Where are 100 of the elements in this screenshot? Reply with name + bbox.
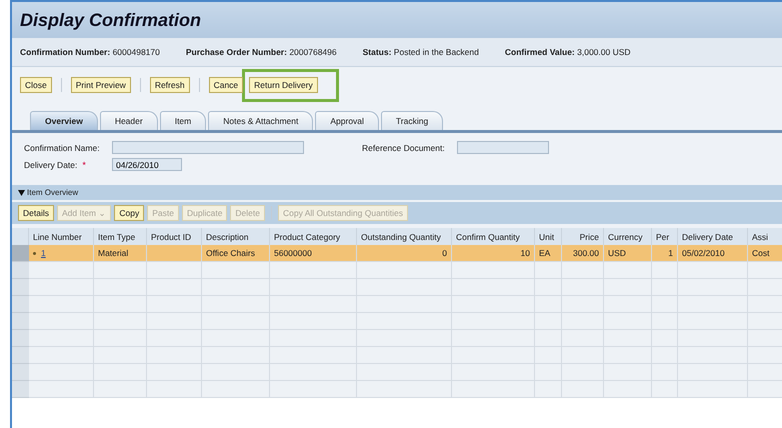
column-header: Description <box>202 228 270 245</box>
table-cell <box>562 364 604 381</box>
toolbar-button[interactable]: Cance <box>208 77 244 93</box>
row-selector[interactable] <box>12 347 29 364</box>
input-field[interactable] <box>112 141 304 154</box>
table-cell <box>748 262 782 279</box>
column-header: Price <box>562 228 604 245</box>
bullet-icon <box>33 252 36 254</box>
table-cell <box>202 279 270 296</box>
column-header: Unit <box>535 228 562 245</box>
column-header: Confirm Quantity <box>452 228 535 245</box>
row-selector[interactable] <box>12 364 29 381</box>
table-cell <box>652 296 678 313</box>
row-selector[interactable] <box>12 279 29 296</box>
table-cell <box>652 381 678 398</box>
table-cell <box>94 262 147 279</box>
table-cell <box>535 347 562 364</box>
table-button[interactable]: Copy <box>114 205 144 221</box>
toolbar-button[interactable]: Refresh <box>150 77 190 93</box>
table-cell <box>562 296 604 313</box>
table-cell <box>678 296 748 313</box>
column-header: Outstanding Quantity <box>357 228 452 245</box>
line-number-link[interactable]: 1 <box>41 248 46 258</box>
table-cell <box>562 381 604 398</box>
table-cell <box>604 279 652 296</box>
row-selector[interactable] <box>12 245 29 262</box>
window-title: Display Confirmation <box>20 10 202 30</box>
table-cell <box>562 330 604 347</box>
table-cell: Cost <box>748 245 782 262</box>
field-label: Reference Document: <box>362 142 446 152</box>
table-cell <box>535 381 562 398</box>
table-cell <box>202 296 270 313</box>
table-cell <box>29 347 94 364</box>
table-cell <box>748 381 782 398</box>
table-cell <box>748 279 782 296</box>
tab[interactable]: Header <box>100 111 158 130</box>
table-cell <box>652 347 678 364</box>
table-cell <box>678 364 748 381</box>
table-cell <box>94 364 147 381</box>
toolbar-button[interactable]: Close <box>20 77 52 93</box>
table-button[interactable]: Details <box>18 205 54 221</box>
table-cell: EA <box>535 245 562 262</box>
tab[interactable]: Notes & Attachment <box>208 111 314 130</box>
table-cell <box>94 330 147 347</box>
table-cell <box>202 381 270 398</box>
toolbar-button[interactable]: Return Delivery <box>249 77 318 93</box>
table-cell <box>29 313 94 330</box>
table-cell <box>147 330 202 347</box>
table-cell <box>604 313 652 330</box>
table-cell <box>147 245 202 262</box>
input-field[interactable] <box>457 141 549 154</box>
table-cell <box>29 364 94 381</box>
field-label: Delivery Date: <box>24 160 78 170</box>
row-selector[interactable] <box>12 262 29 279</box>
row-selector[interactable] <box>12 296 29 313</box>
toolbar-button[interactable]: Print Preview <box>70 77 131 93</box>
column-header: Product Category <box>270 228 357 245</box>
table-cell <box>604 330 652 347</box>
table-cell <box>202 347 270 364</box>
table-cell: 56000000 <box>270 245 357 262</box>
tab[interactable]: Tracking <box>380 111 444 130</box>
section-title: Item Overview <box>27 188 78 197</box>
table-cell: 300.00 <box>562 245 604 262</box>
table-cell <box>652 262 678 279</box>
column-header: Delivery Date <box>678 228 748 245</box>
table-cell <box>147 279 202 296</box>
table-cell <box>678 347 748 364</box>
table-cell <box>604 364 652 381</box>
table-cell <box>562 262 604 279</box>
table-cell <box>147 364 202 381</box>
input-field[interactable]: 04/26/2010 <box>112 158 182 171</box>
table-cell <box>748 296 782 313</box>
table-cell <box>678 330 748 347</box>
table-cell <box>94 381 147 398</box>
table-cell: Material <box>94 245 147 262</box>
table-cell <box>29 330 94 347</box>
row-selector[interactable] <box>12 381 29 398</box>
expand-caret-icon[interactable] <box>18 190 25 196</box>
row-selector[interactable] <box>12 330 29 347</box>
table-cell <box>29 296 94 313</box>
table-cell <box>604 381 652 398</box>
table-cell <box>652 330 678 347</box>
table-cell <box>535 279 562 296</box>
header-field: Purchase Order Number: 2000768496 <box>186 47 337 57</box>
table-cell <box>652 364 678 381</box>
tab[interactable]: Item <box>160 111 206 130</box>
table-cell <box>678 381 748 398</box>
row-selector[interactable] <box>12 313 29 330</box>
tab[interactable]: Approval <box>315 111 379 130</box>
table-cell: USD <box>604 245 652 262</box>
table-cell <box>604 262 652 279</box>
table-cell <box>562 279 604 296</box>
column-header: Per <box>652 228 678 245</box>
table-cell <box>147 381 202 398</box>
table-cell <box>94 313 147 330</box>
tab[interactable]: Overview <box>30 111 98 130</box>
column-header: Currency <box>604 228 652 245</box>
table-cell <box>678 262 748 279</box>
table-cell <box>535 313 562 330</box>
table-cell: 10 <box>452 245 535 262</box>
